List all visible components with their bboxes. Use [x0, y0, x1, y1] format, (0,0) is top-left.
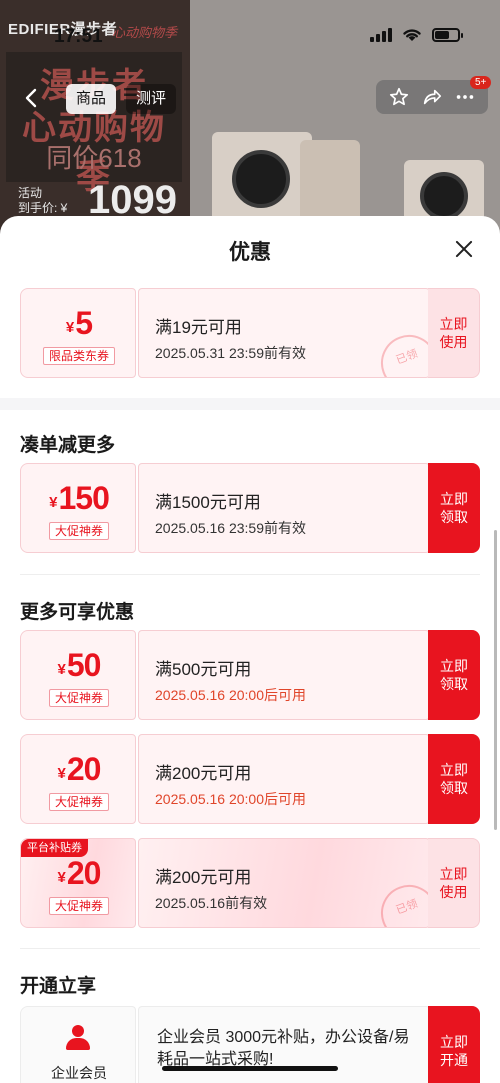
- poster-line-3: 同价618: [46, 143, 142, 173]
- promo-poster: 漫步者 心动购物季 同价618: [6, 52, 182, 196]
- open-membership-button[interactable]: 立即开通: [428, 1006, 480, 1083]
- message-badge: 5+: [470, 76, 492, 89]
- speaker-woofer: [232, 150, 290, 208]
- coupon-value-panel: ¥50 大促神券: [20, 630, 136, 720]
- claim-now-button[interactable]: 立即领取: [428, 463, 480, 553]
- coupon-value-panel: ¥20 大促神券: [20, 734, 136, 824]
- tab-product[interactable]: 商品: [66, 84, 117, 114]
- coupon-validity: 2025.05.16 20:00后可用: [155, 687, 306, 703]
- claimed-stamp: 已领: [373, 327, 429, 377]
- coupon-info-panel: 满1500元可用 2025.05.16 23:59前有效: [138, 463, 430, 553]
- star-icon[interactable]: [388, 86, 410, 108]
- coupon-info-panel: 满500元可用 2025.05.16 20:00后可用: [138, 630, 430, 720]
- coupon-amount: ¥5: [65, 305, 93, 341]
- section-divider: [20, 948, 480, 949]
- coupon-tag: 大促神券: [21, 689, 137, 707]
- signal-icon: [370, 28, 392, 42]
- coupon-tag: 大促神券: [21, 522, 137, 540]
- back-arrow-icon[interactable]: [18, 84, 46, 112]
- tab-review[interactable]: 测评: [126, 84, 177, 114]
- coupon-condition: 满200元可用: [155, 868, 252, 887]
- enterprise-icon-panel: 企业会员: [20, 1006, 136, 1083]
- coupon-condition: 满1500元可用: [155, 493, 261, 512]
- status-icons: [370, 28, 463, 42]
- section-title-more-items: 凑单减更多: [20, 435, 116, 456]
- sheet-title: 优惠: [229, 241, 271, 264]
- activity-price-label: 活动 到手价: ¥: [18, 186, 68, 215]
- home-indicator[interactable]: [162, 1066, 338, 1071]
- coupon-condition: 满19元可用: [155, 318, 242, 337]
- status-time: 17:51: [54, 26, 103, 47]
- coupon-value-panel: ¥5 限品类东券: [20, 288, 136, 378]
- coupon-tag: 大促神券: [21, 897, 137, 915]
- coupon-amount: ¥20: [57, 751, 102, 787]
- coupon-card: ¥5 限品类东券 满19元可用 2025.05.31 23:59前有效 已领 立…: [20, 288, 480, 378]
- coupon-tag: 大促神券: [21, 793, 137, 811]
- coupon-card: ¥150 大促神券 满1500元可用 2025.05.16 23:59前有效 立…: [20, 463, 480, 553]
- use-now-button[interactable]: 立即使用: [428, 838, 480, 928]
- coupon-value-panel: ¥150 大促神券: [20, 463, 136, 553]
- section-title-more-offers: 更多可享优惠: [20, 602, 135, 623]
- coupon-amount: ¥20: [57, 855, 102, 891]
- section-separator: [0, 398, 500, 410]
- speaker-woofer-right: [420, 172, 468, 220]
- enterprise-description: 企业会员 3000元补贴，办公设备/易耗品一站式采购!: [157, 1029, 410, 1068]
- coupon-tag: 限品类东券: [21, 347, 137, 365]
- section-divider: [20, 574, 480, 575]
- wifi-icon: [403, 29, 421, 41]
- enterprise-member-card: 企业会员 企业会员 3000元补贴，办公设备/易耗品一站式采购! 立即开通: [20, 1006, 480, 1083]
- coupon-validity: 2025.05.16 23:59前有效: [155, 520, 306, 536]
- claim-now-button[interactable]: 立即领取: [428, 630, 480, 720]
- scrollbar[interactable]: [494, 530, 497, 830]
- coupon-condition: 满500元可用: [155, 660, 252, 679]
- coupon-sheet: 优惠 ¥5 限品类东券 满19元可用 2025.05.31 23:59前有效 已…: [0, 216, 500, 1083]
- coupon-validity: 2025.05.31 23:59前有效: [155, 345, 306, 361]
- coupon-validity: 2025.05.16 20:00后可用: [155, 791, 306, 807]
- coupon-card: ¥20 大促神券 满200元可用 2025.05.16 20:00后可用 立即领…: [20, 734, 480, 824]
- section-title-open-share: 开通立享: [20, 976, 97, 997]
- more-icon[interactable]: [454, 86, 476, 108]
- use-now-button[interactable]: 立即使用: [428, 288, 480, 378]
- coupon-validity: 2025.05.16前有效: [155, 895, 268, 911]
- battery-icon: [432, 28, 463, 42]
- claimed-stamp: 已领: [373, 877, 429, 927]
- share-icon[interactable]: [421, 86, 443, 108]
- coupon-card: ¥50 大促神券 满500元可用 2025.05.16 20:00后可用 立即领…: [20, 630, 480, 720]
- close-icon[interactable]: [448, 234, 480, 266]
- coupon-value-panel: 平台补贴券 ¥20 大促神券: [20, 838, 136, 928]
- claim-now-button[interactable]: 立即领取: [428, 734, 480, 824]
- coupon-condition: 满200元可用: [155, 764, 252, 783]
- coupon-info-panel: 满200元可用 2025.05.16前有效 已领: [138, 838, 430, 928]
- coupon-info-panel: 满200元可用 2025.05.16 20:00后可用: [138, 734, 430, 824]
- coupon-amount: ¥150: [49, 480, 110, 516]
- coupon-info-panel: 满19元可用 2025.05.31 23:59前有效 已领: [138, 288, 430, 378]
- brand-tagline: 心动购物季: [112, 25, 178, 40]
- coupon-card: 平台补贴券 ¥20 大促神券 满200元可用 2025.05.16前有效 已领 …: [20, 838, 480, 928]
- enterprise-info-panel: 企业会员 3000元补贴，办公设备/易耗品一站式采购!: [138, 1006, 430, 1083]
- user-icon: [65, 1025, 91, 1051]
- coupon-amount: ¥50: [57, 647, 102, 683]
- enterprise-name: 企业会员: [51, 1065, 107, 1081]
